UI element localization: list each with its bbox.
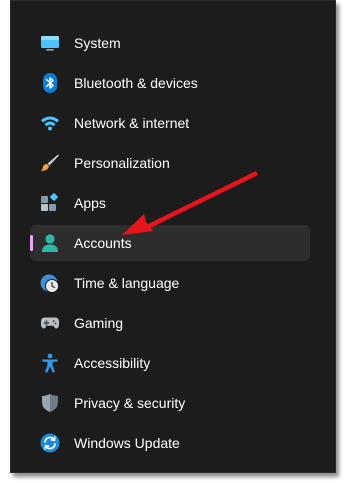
gamepad-icon bbox=[40, 313, 60, 333]
sidebar-item-label: Time & language bbox=[74, 275, 180, 291]
sidebar-item-label: Apps bbox=[74, 195, 106, 211]
sidebar-item-apps[interactable]: Apps bbox=[30, 185, 310, 221]
settings-panel: System Bluetooth & devices Network & int… bbox=[10, 0, 336, 473]
sidebar-item-label: Gaming bbox=[74, 315, 124, 331]
sidebar-item-label: Personalization bbox=[74, 155, 170, 171]
bluetooth-icon bbox=[40, 73, 60, 93]
sidebar-item-time-language[interactable]: Time & language bbox=[30, 265, 310, 301]
clock-globe-icon bbox=[40, 273, 60, 293]
sidebar-item-gaming[interactable]: Gaming bbox=[30, 305, 310, 341]
sidebar-item-label: Accessibility bbox=[74, 355, 151, 371]
sidebar-item-accounts[interactable]: Accounts bbox=[30, 225, 310, 261]
apps-icon bbox=[40, 193, 60, 213]
sidebar-item-personalization[interactable]: Personalization bbox=[30, 145, 310, 181]
sidebar-item-label: Privacy & security bbox=[74, 395, 186, 411]
monitor-icon bbox=[40, 33, 60, 53]
sidebar-item-bluetooth-devices[interactable]: Bluetooth & devices bbox=[30, 65, 310, 101]
sidebar-item-system[interactable]: System bbox=[30, 25, 310, 61]
wifi-icon bbox=[40, 113, 60, 133]
sidebar-item-privacy-security[interactable]: Privacy & security bbox=[30, 385, 310, 421]
shield-icon bbox=[40, 393, 60, 413]
sidebar-item-label: Accounts bbox=[74, 235, 132, 251]
sidebar-item-label: Windows Update bbox=[74, 435, 180, 451]
sidebar-item-label: Network & internet bbox=[74, 115, 190, 131]
sidebar-item-label: System bbox=[74, 35, 121, 51]
selection-indicator bbox=[30, 235, 33, 251]
sidebar-item-label: Bluetooth & devices bbox=[74, 75, 198, 91]
sidebar-item-windows-update[interactable]: Windows Update bbox=[30, 425, 310, 461]
accessibility-icon bbox=[40, 353, 60, 373]
paintbrush-icon bbox=[40, 153, 60, 173]
update-icon bbox=[40, 433, 60, 453]
person-icon bbox=[40, 233, 60, 253]
sidebar-item-accessibility[interactable]: Accessibility bbox=[30, 345, 310, 381]
sidebar-item-network-internet[interactable]: Network & internet bbox=[30, 105, 310, 141]
